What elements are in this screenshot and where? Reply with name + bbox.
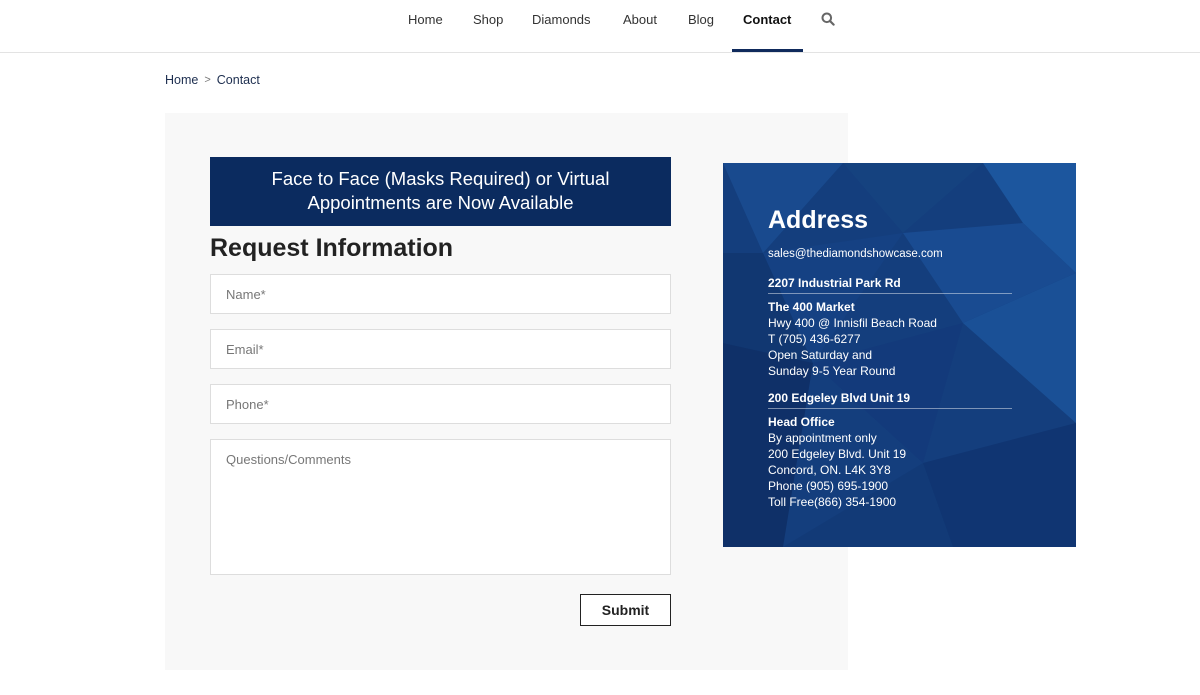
top-navigation: Home Shop Diamonds About Blog Contact	[0, 0, 1200, 53]
active-nav-indicator	[732, 49, 803, 52]
appointments-banner: Face to Face (Masks Required) or Virtual…	[210, 157, 671, 226]
search-icon[interactable]	[821, 12, 835, 26]
location-name: Head Office	[768, 415, 835, 429]
location-block: 200 Edgeley Blvd Unit 19 Head Office By …	[768, 390, 1012, 510]
nav-about[interactable]: About	[623, 12, 657, 27]
breadcrumb: Home > Contact	[165, 72, 260, 87]
location-block: 2207 Industrial Park Rd The 400 Market H…	[768, 275, 1012, 379]
location-phone[interactable]: Phone (905) 695-1900	[768, 478, 1012, 494]
location-name: The 400 Market	[768, 300, 855, 314]
nav-shop[interactable]: Shop	[473, 12, 503, 27]
address-card: Address sales@thediamondshowcase.com 220…	[723, 163, 1076, 547]
breadcrumb-current: Contact	[216, 72, 260, 87]
location-line: Sunday 9-5 Year Round	[768, 364, 896, 378]
location-line: 200 Edgeley Blvd. Unit 19	[768, 447, 907, 461]
form-title: Request Information	[210, 234, 454, 262]
name-field[interactable]	[210, 274, 671, 314]
nav-home[interactable]: Home	[408, 12, 443, 27]
email-field[interactable]	[210, 329, 671, 369]
comments-field[interactable]	[210, 439, 671, 575]
location-line: Hwy 400 @ Innisfil Beach Road	[768, 316, 937, 330]
nav-diamonds[interactable]: Diamonds	[532, 12, 591, 27]
address-content: Address sales@thediamondshowcase.com 220…	[768, 205, 1012, 521]
phone-field[interactable]	[210, 384, 671, 424]
location-phone[interactable]: T (705) 436-6277	[768, 331, 1012, 347]
breadcrumb-home[interactable]: Home	[165, 73, 198, 87]
nav-contact[interactable]: Contact	[743, 12, 791, 27]
address-title: Address	[768, 206, 869, 234]
nav-blog[interactable]: Blog	[688, 12, 714, 27]
location-line: Concord, ON. L4K 3Y8	[768, 463, 891, 477]
submit-button[interactable]: Submit	[580, 594, 671, 626]
banner-line-2: Appointments are Now Available	[307, 192, 574, 213]
address-email[interactable]: sales@thediamondshowcase.com	[768, 247, 1012, 261]
location-line: Open Saturday and	[768, 348, 873, 362]
breadcrumb-separator: >	[204, 73, 211, 86]
location-line: By appointment only	[768, 431, 877, 445]
banner-line-1: Face to Face (Masks Required) or Virtual	[271, 168, 610, 189]
location-title: 200 Edgeley Blvd Unit 19	[768, 390, 1012, 409]
location-toll-free[interactable]: Toll Free(866) 354-1900	[768, 494, 1012, 510]
location-title: 2207 Industrial Park Rd	[768, 275, 1012, 294]
